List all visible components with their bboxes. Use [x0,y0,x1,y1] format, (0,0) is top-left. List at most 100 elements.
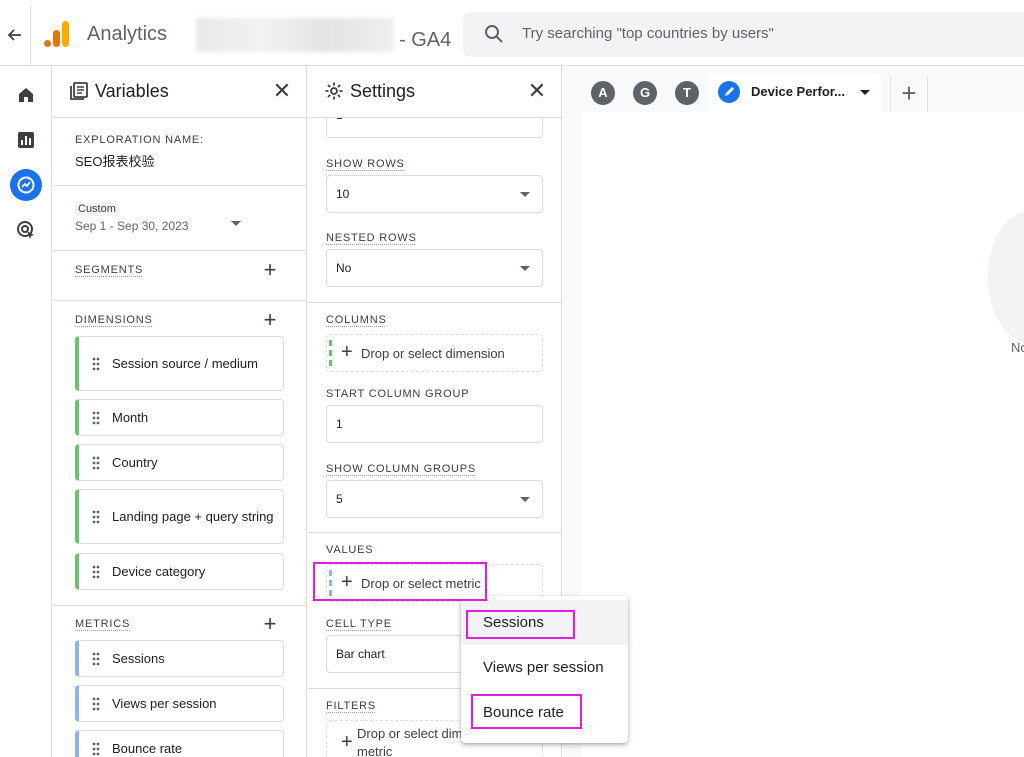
start-column-group-label: START COLUMN GROUP [326,388,470,400]
plus-icon: + [341,571,353,593]
date-range[interactable]: Sep 1 - Sep 30, 2023 [75,219,188,233]
metric-chip[interactable]: Bounce rate [75,730,284,757]
back-arrow-icon[interactable] [0,5,30,65]
left-nav-rail [0,66,52,757]
metrics-label: METRICS [75,618,131,630]
tab-device-performance[interactable]: Device Perfor... [708,73,881,112]
settings-title: Settings [350,81,416,101]
divider [53,185,306,186]
chevron-down-icon [520,497,530,502]
drag-handle-icon[interactable] [92,357,100,371]
filters-label: FILTERS [326,700,377,712]
exploration-name-label: EXPLORATION NAME: [75,134,204,146]
variables-header: Variables ✕ [53,66,306,118]
canvas-body: No [581,112,1024,757]
dimension-label: Session source / medium [112,356,258,371]
analytics-logo-icon[interactable] [43,20,71,48]
metric-chip[interactable]: Sessions [75,640,284,677]
cell-type-label: CELL TYPE [326,618,392,630]
drag-handle-icon[interactable] [92,697,100,711]
divider [53,300,306,301]
add-dimension-icon[interactable]: + [261,309,279,331]
top-bar: Analytics - GA4 Try searching "top count… [0,0,1024,66]
values-label: VALUES [326,544,374,556]
nested-rows-label: NESTED ROWS [326,232,417,244]
gear-icon [324,81,344,101]
app-title[interactable]: Analytics [87,23,167,46]
add-segment-icon[interactable]: + [261,259,279,281]
settings-header: Settings ✕ [308,66,561,118]
reports-icon[interactable] [10,124,42,156]
show-rows-value: 10 [336,187,350,201]
dimension-chip[interactable]: Month [75,399,284,436]
property-suffix[interactable]: - GA4 [399,29,451,52]
dimension-chip[interactable]: Device category [75,553,284,590]
plus-icon: + [341,341,353,363]
search-icon [483,23,505,45]
show-rows-label: SHOW ROWS [326,158,405,170]
drag-handle-icon[interactable] [92,456,100,470]
menu-item-bounce-rate[interactable]: Bounce rate [461,690,628,735]
dimension-label: Month [112,410,149,425]
values-drop-text: Drop or select metric [361,576,481,591]
close-icon[interactable]: ✕ [525,79,549,103]
no-data-text: No [1011,340,1024,355]
close-icon[interactable]: ✕ [270,79,294,103]
date-badge: Custom [75,202,119,216]
variables-title: Variables [95,81,169,101]
dimension-label: Country [112,455,158,470]
drag-handle-icon[interactable] [92,565,100,579]
metric-label: Sessions [112,651,165,666]
divider [53,250,306,251]
add-metric-icon[interactable]: + [261,613,279,635]
drag-handle-icon[interactable] [92,510,100,524]
chevron-down-icon [520,192,530,197]
tab-strip: A G T Device Perfor... + [563,66,1024,112]
show-column-groups-label: SHOW COLUMN GROUPS [326,463,477,475]
show-column-groups-value: 5 [336,492,343,506]
drag-handle-icon[interactable] [92,742,100,756]
dimension-chip[interactable]: Country [75,444,284,481]
start-column-group-field[interactable]: 1 [326,405,543,443]
menu-item-views-per-session[interactable]: Views per session [461,645,628,690]
dimension-chip[interactable]: Session source / medium [75,336,284,391]
avatar[interactable]: G [633,81,657,105]
show-rows-select[interactable]: 10 [326,175,543,213]
nested-rows-select[interactable]: No [326,249,543,287]
pencil-icon [718,81,740,103]
avatar[interactable]: T [675,81,699,105]
divider [53,605,306,606]
variables-panel: Variables ✕ EXPLORATION NAME: SEO报表校验 Cu… [53,66,307,757]
avatar[interactable]: A [591,81,615,105]
dimension-chip[interactable]: Landing page + query string [75,489,284,544]
dimension-indicator [329,340,332,366]
chevron-down-icon[interactable] [860,90,870,95]
account-name-blurred[interactable] [196,18,394,52]
dimension-label: Landing page + query string [112,509,274,524]
home-icon[interactable] [10,79,42,111]
metric-indicator [329,570,332,596]
plus-icon: + [341,731,353,753]
drag-handle-icon[interactable] [92,652,100,666]
show-column-groups-select[interactable]: 5 [326,480,543,518]
variables-icon [69,81,89,101]
exploration-name[interactable]: SEO报表校验 [75,151,154,170]
explore-icon[interactable] [10,169,42,201]
empty-state-graphic [988,212,1024,342]
drag-handle-icon[interactable] [92,411,100,425]
segments-label: SEGMENTS [75,264,144,276]
add-tab-button[interactable]: + [890,76,928,112]
columns-label: COLUMNS [326,314,387,326]
columns-drop-zone[interactable]: + Drop or select dimension [326,334,543,372]
advertising-icon[interactable] [10,214,42,246]
date-dropdown-icon[interactable] [231,221,241,226]
tab-label: Device Perfor... [751,84,845,99]
menu-item-sessions[interactable]: Sessions [461,600,628,645]
filters-drop-text-2: metric [357,744,393,757]
chevron-down-icon [520,266,530,271]
search-bar[interactable]: Try searching "top countries by users" [463,12,1024,57]
divider [308,532,561,533]
divider [308,302,561,303]
metric-chip[interactable]: Views per session [75,685,284,722]
search-placeholder[interactable]: Try searching "top countries by users" [522,25,774,42]
